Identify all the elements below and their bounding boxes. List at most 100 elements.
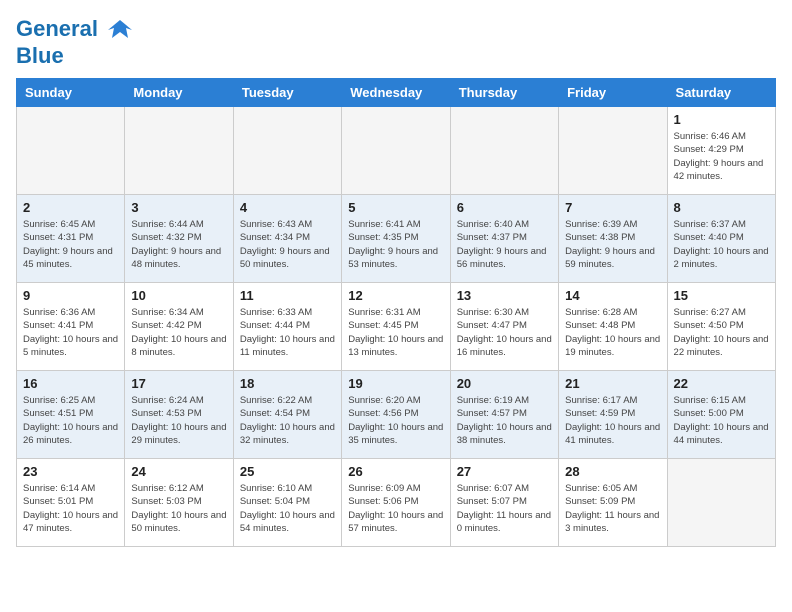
weekday-header-wednesday: Wednesday bbox=[342, 79, 450, 107]
day-number: 20 bbox=[457, 376, 552, 391]
calendar-cell: 4 Sunrise: 6:43 AM Sunset: 4:34 PM Daylig… bbox=[233, 195, 341, 283]
day-number: 19 bbox=[348, 376, 443, 391]
day-number: 7 bbox=[565, 200, 660, 215]
calendar-cell: 26 Sunrise: 6:09 AM Sunset: 5:06 PM Dayli… bbox=[342, 459, 450, 547]
day-info: Sunrise: 6:45 AM Sunset: 4:31 PM Dayligh… bbox=[23, 218, 118, 271]
weekday-header-tuesday: Tuesday bbox=[233, 79, 341, 107]
day-number: 9 bbox=[23, 288, 118, 303]
day-number: 18 bbox=[240, 376, 335, 391]
day-number: 2 bbox=[23, 200, 118, 215]
calendar-week-row: 2 Sunrise: 6:45 AM Sunset: 4:31 PM Daylig… bbox=[17, 195, 776, 283]
day-info: Sunrise: 6:27 AM Sunset: 4:50 PM Dayligh… bbox=[674, 306, 769, 359]
day-number: 4 bbox=[240, 200, 335, 215]
day-number: 24 bbox=[131, 464, 226, 479]
day-info: Sunrise: 6:17 AM Sunset: 4:59 PM Dayligh… bbox=[565, 394, 660, 447]
calendar-cell: 12 Sunrise: 6:31 AM Sunset: 4:45 PM Dayli… bbox=[342, 283, 450, 371]
weekday-header-monday: Monday bbox=[125, 79, 233, 107]
day-number: 8 bbox=[674, 200, 769, 215]
calendar-cell bbox=[450, 107, 558, 195]
logo-bird-icon bbox=[106, 16, 134, 44]
calendar-cell: 11 Sunrise: 6:33 AM Sunset: 4:44 PM Dayli… bbox=[233, 283, 341, 371]
calendar-cell: 5Sunrise: 6:41 AM Sunset: 4:35 PM Daylig… bbox=[342, 195, 450, 283]
calendar-header-row: SundayMondayTuesdayWednesdayThursdayFrid… bbox=[17, 79, 776, 107]
calendar-cell: 25 Sunrise: 6:10 AM Sunset: 5:04 PM Dayli… bbox=[233, 459, 341, 547]
day-number: 17 bbox=[131, 376, 226, 391]
calendar-cell: 23 Sunrise: 6:14 AM Sunset: 5:01 PM Dayli… bbox=[17, 459, 125, 547]
calendar-week-row: 16Sunrise: 6:25 AM Sunset: 4:51 PM Dayli… bbox=[17, 371, 776, 459]
day-info: Sunrise: 6:44 AM Sunset: 4:32 PM Dayligh… bbox=[131, 218, 226, 271]
calendar-cell: 27 Sunrise: 6:07 AM Sunset: 5:07 PM Dayli… bbox=[450, 459, 558, 547]
logo-general: General bbox=[16, 16, 98, 41]
day-number: 14 bbox=[565, 288, 660, 303]
day-info: Sunrise: 6:07 AM Sunset: 5:07 PM Dayligh… bbox=[457, 482, 552, 535]
day-number: 23 bbox=[23, 464, 118, 479]
day-info: Sunrise: 6:46 AM Sunset: 4:29 PM Dayligh… bbox=[674, 130, 769, 183]
day-info: Sunrise: 6:39 AM Sunset: 4:38 PM Dayligh… bbox=[565, 218, 660, 271]
day-info: Sunrise: 6:10 AM Sunset: 5:04 PM Dayligh… bbox=[240, 482, 335, 535]
calendar-week-row: 1 Sunrise: 6:46 AM Sunset: 4:29 PM Daylig… bbox=[17, 107, 776, 195]
day-number: 27 bbox=[457, 464, 552, 479]
day-number: 6 bbox=[457, 200, 552, 215]
day-info: Sunrise: 6:19 AM Sunset: 4:57 PM Dayligh… bbox=[457, 394, 552, 447]
day-info: Sunrise: 6:28 AM Sunset: 4:48 PM Dayligh… bbox=[565, 306, 660, 359]
day-info: Sunrise: 6:34 AM Sunset: 4:42 PM Dayligh… bbox=[131, 306, 226, 359]
day-info: Sunrise: 6:31 AM Sunset: 4:45 PM Dayligh… bbox=[348, 306, 443, 359]
logo: General Blue bbox=[16, 16, 134, 68]
day-info: Sunrise: 6:14 AM Sunset: 5:01 PM Dayligh… bbox=[23, 482, 118, 535]
calendar-cell: 6 Sunrise: 6:40 AM Sunset: 4:37 PM Daylig… bbox=[450, 195, 558, 283]
day-number: 22 bbox=[674, 376, 769, 391]
calendar-cell: 13Sunrise: 6:30 AM Sunset: 4:47 PM Dayli… bbox=[450, 283, 558, 371]
day-info: Sunrise: 6:40 AM Sunset: 4:37 PM Dayligh… bbox=[457, 218, 552, 271]
day-info: Sunrise: 6:36 AM Sunset: 4:41 PM Dayligh… bbox=[23, 306, 118, 359]
logo-blue: Blue bbox=[16, 44, 134, 68]
day-info: Sunrise: 6:25 AM Sunset: 4:51 PM Dayligh… bbox=[23, 394, 118, 447]
calendar-cell: 1 Sunrise: 6:46 AM Sunset: 4:29 PM Daylig… bbox=[667, 107, 775, 195]
weekday-header-sunday: Sunday bbox=[17, 79, 125, 107]
page-header: General Blue bbox=[16, 16, 776, 68]
day-number: 26 bbox=[348, 464, 443, 479]
calendar-cell: 10 Sunrise: 6:34 AM Sunset: 4:42 PM Dayli… bbox=[125, 283, 233, 371]
calendar-table: SundayMondayTuesdayWednesdayThursdayFrid… bbox=[16, 78, 776, 547]
calendar-cell bbox=[233, 107, 341, 195]
day-number: 1 bbox=[674, 112, 769, 127]
day-info: Sunrise: 6:12 AM Sunset: 5:03 PM Dayligh… bbox=[131, 482, 226, 535]
day-number: 25 bbox=[240, 464, 335, 479]
day-info: Sunrise: 6:37 AM Sunset: 4:40 PM Dayligh… bbox=[674, 218, 769, 271]
day-number: 21 bbox=[565, 376, 660, 391]
day-info: Sunrise: 6:22 AM Sunset: 4:54 PM Dayligh… bbox=[240, 394, 335, 447]
day-number: 12 bbox=[348, 288, 443, 303]
calendar-cell: 7 Sunrise: 6:39 AM Sunset: 4:38 PM Daylig… bbox=[559, 195, 667, 283]
calendar-cell bbox=[559, 107, 667, 195]
calendar-cell: 8 Sunrise: 6:37 AM Sunset: 4:40 PM Daylig… bbox=[667, 195, 775, 283]
day-number: 11 bbox=[240, 288, 335, 303]
calendar-week-row: 9 Sunrise: 6:36 AM Sunset: 4:41 PM Daylig… bbox=[17, 283, 776, 371]
calendar-cell: 19Sunrise: 6:20 AM Sunset: 4:56 PM Dayli… bbox=[342, 371, 450, 459]
day-number: 3 bbox=[131, 200, 226, 215]
day-info: Sunrise: 6:41 AM Sunset: 4:35 PM Dayligh… bbox=[348, 218, 443, 271]
calendar-cell: 14 Sunrise: 6:28 AM Sunset: 4:48 PM Dayli… bbox=[559, 283, 667, 371]
day-info: Sunrise: 6:09 AM Sunset: 5:06 PM Dayligh… bbox=[348, 482, 443, 535]
calendar-cell bbox=[17, 107, 125, 195]
weekday-header-thursday: Thursday bbox=[450, 79, 558, 107]
calendar-cell: 3 Sunrise: 6:44 AM Sunset: 4:32 PM Daylig… bbox=[125, 195, 233, 283]
calendar-week-row: 23 Sunrise: 6:14 AM Sunset: 5:01 PM Dayli… bbox=[17, 459, 776, 547]
day-number: 10 bbox=[131, 288, 226, 303]
calendar-cell: 21 Sunrise: 6:17 AM Sunset: 4:59 PM Dayli… bbox=[559, 371, 667, 459]
day-number: 28 bbox=[565, 464, 660, 479]
calendar-cell: 17Sunrise: 6:24 AM Sunset: 4:53 PM Dayli… bbox=[125, 371, 233, 459]
day-number: 15 bbox=[674, 288, 769, 303]
day-info: Sunrise: 6:30 AM Sunset: 4:47 PM Dayligh… bbox=[457, 306, 552, 359]
calendar-cell: 15 Sunrise: 6:27 AM Sunset: 4:50 PM Dayli… bbox=[667, 283, 775, 371]
calendar-cell: 22 Sunrise: 6:15 AM Sunset: 5:00 PM Dayli… bbox=[667, 371, 775, 459]
calendar-cell: 16Sunrise: 6:25 AM Sunset: 4:51 PM Dayli… bbox=[17, 371, 125, 459]
day-info: Sunrise: 6:43 AM Sunset: 4:34 PM Dayligh… bbox=[240, 218, 335, 271]
day-info: Sunrise: 6:15 AM Sunset: 5:00 PM Dayligh… bbox=[674, 394, 769, 447]
calendar-cell: 18 Sunrise: 6:22 AM Sunset: 4:54 PM Dayli… bbox=[233, 371, 341, 459]
calendar-cell bbox=[667, 459, 775, 547]
day-info: Sunrise: 6:05 AM Sunset: 5:09 PM Dayligh… bbox=[565, 482, 660, 535]
calendar-cell bbox=[125, 107, 233, 195]
day-info: Sunrise: 6:33 AM Sunset: 4:44 PM Dayligh… bbox=[240, 306, 335, 359]
calendar-cell: 20 Sunrise: 6:19 AM Sunset: 4:57 PM Dayli… bbox=[450, 371, 558, 459]
weekday-header-friday: Friday bbox=[559, 79, 667, 107]
calendar-cell: 2 Sunrise: 6:45 AM Sunset: 4:31 PM Daylig… bbox=[17, 195, 125, 283]
